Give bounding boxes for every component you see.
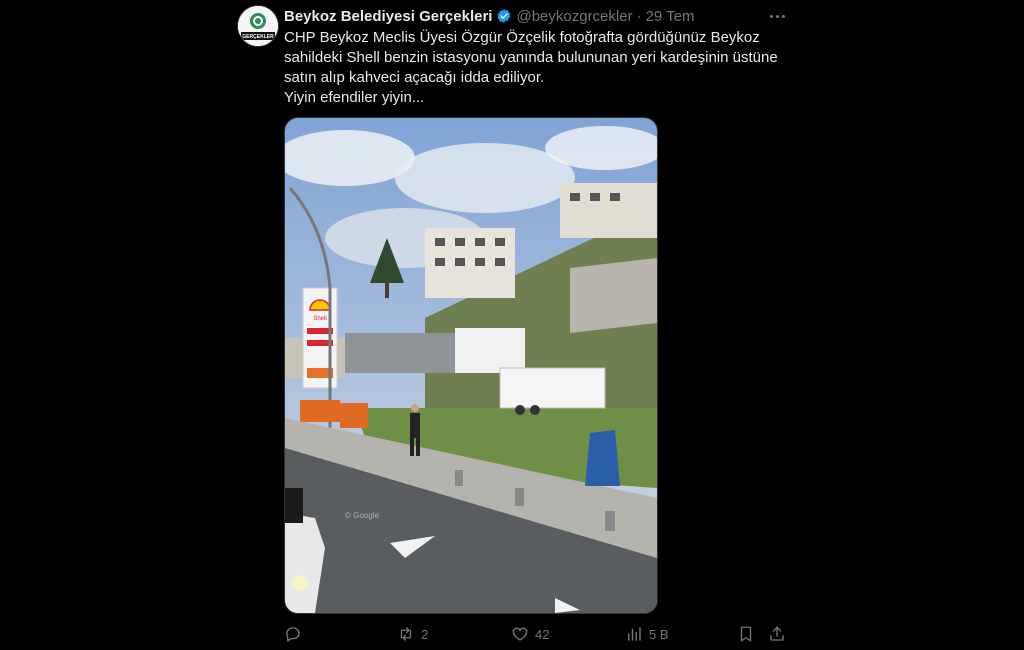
retweet-count: 2: [421, 626, 429, 642]
shell-logo-text: Shell: [313, 316, 326, 322]
tweet-text-line: satın alıp kahveci açacağı idda ediliyor…: [284, 69, 545, 86]
views-count: 5 B: [649, 626, 669, 642]
separator: ·: [636, 7, 642, 25]
share-button[interactable]: [768, 623, 786, 645]
tweet-text-line: Yiyin efendiler yiyin...: [284, 89, 425, 106]
tweet-text: CHP Beykoz Meclis Üyesi Özgür Özçelik fo…: [284, 28, 794, 108]
timestamp[interactable]: 29 Tem: [646, 8, 695, 25]
street-view-photo: Shell © Google: [285, 118, 657, 613]
tweet-photo[interactable]: Shell © Google: [284, 117, 658, 614]
like-icon: [512, 627, 528, 641]
photo-watermark: © Google: [345, 511, 379, 520]
tweet-text-line: CHP Beykoz Meclis Üyesi Özgür Özçelik fo…: [284, 29, 760, 46]
share-icon: [770, 626, 784, 641]
author-handle[interactable]: @beykozgrcekler: [516, 8, 632, 25]
like-button[interactable]: 42: [511, 623, 549, 645]
reply-icon: [286, 627, 300, 642]
verified-badge-icon: [498, 9, 511, 23]
tweet-text-line: sahildeki Shell benzin istasyonu yanında…: [284, 49, 778, 66]
like-count: 42: [535, 626, 550, 642]
bookmark-button[interactable]: [737, 623, 755, 645]
avatar-text: GERÇEKLER: [242, 34, 274, 40]
views-icon: [628, 627, 641, 641]
author-name[interactable]: Beykoz Belediyesi Gerçekleri: [284, 8, 492, 25]
tweet[interactable]: GERÇEKLER Beykoz Belediyesi Gerçekleri @…: [0, 0, 1024, 650]
retweet-button[interactable]: 2: [397, 623, 428, 645]
retweet-icon: [400, 627, 412, 641]
action-bar: 2 42 5 B: [284, 623, 794, 645]
views-button[interactable]: 5 B: [625, 623, 669, 645]
reply-button[interactable]: [284, 623, 308, 645]
tweet-header: Beykoz Belediyesi Gerçekleri @beykozgrce…: [284, 6, 695, 26]
avatar[interactable]: GERÇEKLER: [237, 5, 279, 47]
bookmark-icon: [740, 626, 752, 642]
more-icon[interactable]: [764, 6, 790, 26]
